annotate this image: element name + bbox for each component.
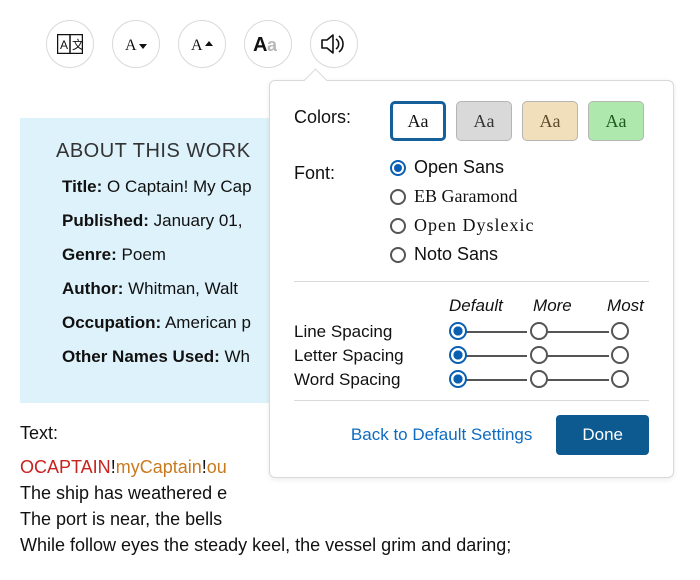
slider-stop[interactable] xyxy=(611,370,629,388)
font-option-label: Open Dyslexic xyxy=(414,215,534,236)
font-style-button[interactable]: A a xyxy=(244,20,292,68)
color-swatch[interactable]: Aa xyxy=(456,101,512,141)
radio-icon xyxy=(390,189,406,205)
translate-button[interactable]: A 文 xyxy=(46,20,94,68)
font-option[interactable]: Open Dyslexic xyxy=(390,215,534,236)
slider-stop[interactable] xyxy=(611,346,629,364)
spacing-row: Line Spacing xyxy=(294,322,649,342)
font-increase-icon: A xyxy=(189,34,215,54)
slider-stop[interactable] xyxy=(530,346,548,364)
svg-text:A: A xyxy=(125,37,137,54)
color-swatch[interactable]: Aa xyxy=(588,101,644,141)
slider-stop[interactable] xyxy=(530,370,548,388)
font-option[interactable]: Noto Sans xyxy=(390,244,534,265)
meta-key: Title: xyxy=(62,177,102,196)
svg-text:A: A xyxy=(253,34,267,55)
spacing-label: Word Spacing xyxy=(294,370,444,390)
meta-value: Poem xyxy=(117,245,166,264)
slider-stop[interactable] xyxy=(611,322,629,340)
slider-stop[interactable] xyxy=(449,370,467,388)
divider xyxy=(294,281,649,282)
svg-text:A: A xyxy=(60,38,68,52)
done-button[interactable]: Done xyxy=(556,415,649,455)
meta-value: O Captain! My Cap xyxy=(102,177,251,196)
spacing-slider[interactable] xyxy=(449,322,649,342)
meta-key: Author: xyxy=(62,279,123,298)
font-decrease-icon: A xyxy=(123,34,149,54)
read-aloud-button[interactable] xyxy=(310,20,358,68)
color-swatches: AaAaAaAa xyxy=(390,101,644,141)
font-option-label: Open Sans xyxy=(414,157,504,178)
speaker-icon xyxy=(321,33,347,55)
meta-key: Published: xyxy=(62,211,149,230)
radio-icon xyxy=(390,247,406,263)
reset-defaults-link[interactable]: Back to Default Settings xyxy=(351,425,532,445)
font-options: Open Sans EB Garamond Open Dyslexic Noto Sa… xyxy=(390,157,534,265)
meta-key: Occupation: xyxy=(62,313,161,332)
svg-text:A: A xyxy=(191,37,203,54)
meta-value: Wh xyxy=(220,347,250,366)
color-swatch[interactable]: Aa xyxy=(522,101,578,141)
meta-value: American p xyxy=(161,313,251,332)
font-style-icon: A a xyxy=(253,33,283,55)
spacing-row: Word Spacing xyxy=(294,370,649,390)
spacing-slider[interactable] xyxy=(449,346,649,366)
font-option[interactable]: Open Sans xyxy=(390,157,534,178)
meta-value: Whitman, Walt xyxy=(123,279,238,298)
svg-text:文: 文 xyxy=(72,37,83,52)
color-swatch[interactable]: Aa xyxy=(390,101,446,141)
slider-stop[interactable] xyxy=(449,346,467,364)
divider xyxy=(294,400,649,401)
colors-label: Colors: xyxy=(294,101,390,128)
font-increase-button[interactable]: A xyxy=(178,20,226,68)
font-label: Font: xyxy=(294,157,390,184)
spacing-header: Default More Most xyxy=(294,296,649,316)
svg-text:a: a xyxy=(267,35,278,55)
translate-icon: A 文 xyxy=(57,34,83,54)
spacing-label: Letter Spacing xyxy=(294,346,444,366)
meta-key: Genre: xyxy=(62,245,117,264)
meta-value: January 01, xyxy=(149,211,243,230)
radio-icon xyxy=(390,218,406,234)
font-option-label: EB Garamond xyxy=(414,186,517,207)
reader-settings-popover: Colors: AaAaAaAa Font: Open SansEB Garam… xyxy=(269,80,674,478)
spacing-slider[interactable] xyxy=(449,370,649,390)
slider-stop[interactable] xyxy=(530,322,548,340)
radio-icon xyxy=(390,160,406,176)
spacing-row: Letter Spacing xyxy=(294,346,649,366)
meta-key: Other Names Used: xyxy=(62,347,220,366)
reader-toolbar: A 文 A A A a xyxy=(0,0,700,68)
font-option-label: Noto Sans xyxy=(414,244,498,265)
slider-stop[interactable] xyxy=(449,322,467,340)
font-option[interactable]: EB Garamond xyxy=(390,186,534,207)
spacing-label: Line Spacing xyxy=(294,322,444,342)
font-decrease-button[interactable]: A xyxy=(112,20,160,68)
